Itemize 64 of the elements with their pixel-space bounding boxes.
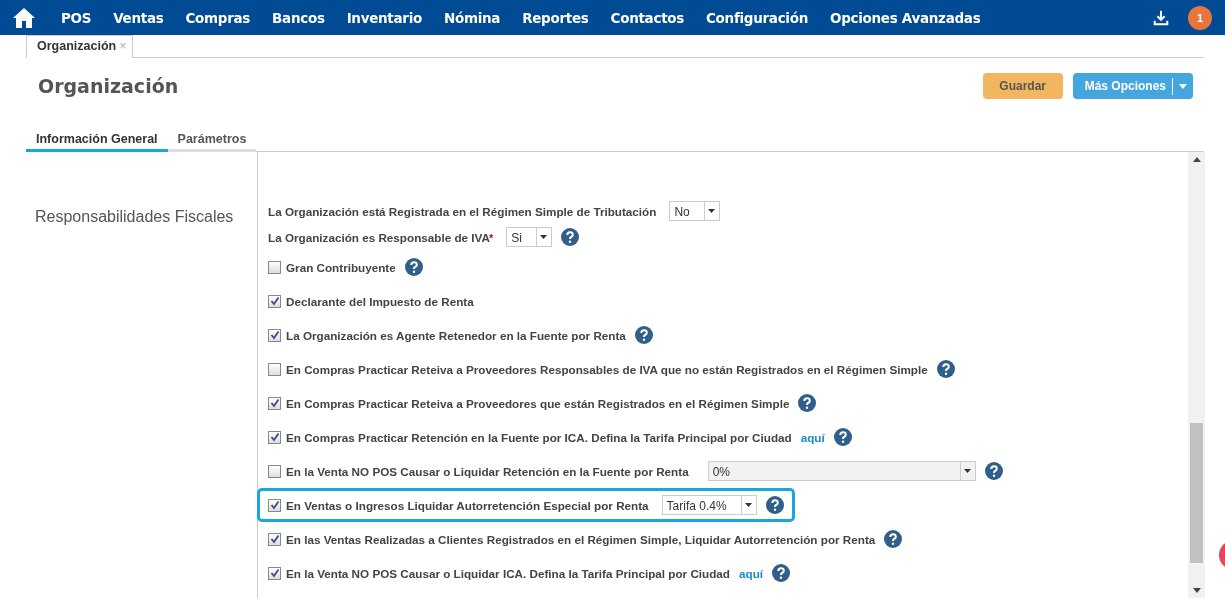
help-icon[interactable] xyxy=(833,428,852,446)
dropdown[interactable]: Si xyxy=(506,227,552,247)
scrollbar-thumb[interactable] xyxy=(1190,423,1203,563)
document-tab[interactable]: Organización × xyxy=(26,35,133,58)
dropdown[interactable]: Tarifa 0.4% xyxy=(661,495,757,515)
checkbox-label: En Compras Practicar Reteiva a Proveedores Responsables de IVA que no están Registrados en el Régimen Simple xyxy=(286,362,928,376)
caret-icon xyxy=(964,469,972,473)
checkbox[interactable] xyxy=(268,464,281,478)
checkbox[interactable] xyxy=(268,260,281,274)
checkbox-label: Declarante del Impuesto de Renta xyxy=(286,294,474,308)
checkbox[interactable] xyxy=(268,294,281,308)
checkbox[interactable] xyxy=(268,566,281,580)
checkbox-label: En la Venta NO POS Causar o Liquidar Retención en la Fuente por Renta xyxy=(286,464,689,478)
checkbox-label: Gran Contribuyente xyxy=(286,260,396,274)
help-icon[interactable] xyxy=(798,394,817,412)
dropdown[interactable]: No xyxy=(669,201,720,221)
nav-menu-item[interactable]: Bancos xyxy=(261,9,336,26)
checkbox-label: En Compras Practicar Reteiva a Proveedores que están Registrados en el Régimen Simple xyxy=(286,396,790,410)
home-icon[interactable] xyxy=(12,6,36,29)
help-icon[interactable] xyxy=(560,228,579,246)
field-label: La Organización es Responsable de IVA xyxy=(268,230,490,244)
down-arrow-icon[interactable] xyxy=(1192,588,1201,593)
checkbox-label: En la Venta NO POS Causar o Liquidar ICA. Defina la Tarifa Principal por Ciudad xyxy=(286,566,730,580)
nav-menu-item[interactable]: Ventas xyxy=(102,9,175,26)
caret-icon xyxy=(745,503,753,507)
checkbox[interactable] xyxy=(268,362,281,376)
help-icon[interactable] xyxy=(884,530,903,548)
tab[interactable]: Información General xyxy=(26,130,168,152)
tab[interactable]: Parámetros xyxy=(167,130,257,152)
field-label: La Organización está Registrada en el Régimen Simple de Tributación xyxy=(268,204,657,218)
up-arrow-icon[interactable] xyxy=(1192,157,1201,162)
nav-menu-item[interactable]: Opciones Avanzadas xyxy=(818,9,992,26)
help-icon[interactable] xyxy=(984,462,1003,480)
nav-menu-item[interactable]: POS xyxy=(50,9,103,26)
checkbox-label: La Organización es Agente Retenedor en la Fuente por Renta xyxy=(286,328,626,342)
caret-icon xyxy=(1179,83,1187,89)
link[interactable]: aquí xyxy=(800,430,825,444)
page-title: Organización xyxy=(38,75,179,97)
download-icon[interactable] xyxy=(1152,8,1170,27)
checkbox-label: En Ventas o Ingresos Liquidar Autorretención Especial por Renta xyxy=(286,498,649,512)
nav-menu-item[interactable]: Reportes xyxy=(511,9,600,26)
help-icon[interactable] xyxy=(404,258,423,276)
checkbox[interactable] xyxy=(268,328,281,342)
scrollbar[interactable] xyxy=(1188,152,1205,598)
help-icon[interactable] xyxy=(772,564,791,582)
help-icon[interactable] xyxy=(765,496,784,514)
checkbox[interactable] xyxy=(268,430,281,444)
save-button[interactable]: Guardar xyxy=(982,73,1063,99)
nav-menu-item[interactable]: Nómina xyxy=(432,9,512,26)
nav-menu-item[interactable]: Contactos xyxy=(599,9,695,26)
checkbox[interactable] xyxy=(268,532,281,546)
checkbox[interactable] xyxy=(268,498,281,512)
nav-menu-item[interactable]: Compras xyxy=(174,9,262,26)
checkbox[interactable] xyxy=(268,396,281,410)
help-icon[interactable] xyxy=(634,326,653,344)
checkbox-label: En las Ventas Realizadas a Clientes Registrados en el Régimen Simple, Liquidar Autorretención por Renta xyxy=(286,532,876,546)
section-title: Responsabilidades Fiscales xyxy=(35,208,235,226)
link[interactable]: aquí xyxy=(739,566,764,580)
help-icon[interactable] xyxy=(936,360,955,378)
caret-icon xyxy=(708,209,716,213)
nav-menu-item[interactable]: Inventario xyxy=(335,9,433,26)
caret-icon xyxy=(540,235,548,239)
nav-menu-item[interactable]: Configuración xyxy=(695,9,819,26)
checkbox-label: En Compras Practicar Retención en la Fuente por ICA. Defina la Tarifa Principal por Ciudad xyxy=(286,430,792,444)
